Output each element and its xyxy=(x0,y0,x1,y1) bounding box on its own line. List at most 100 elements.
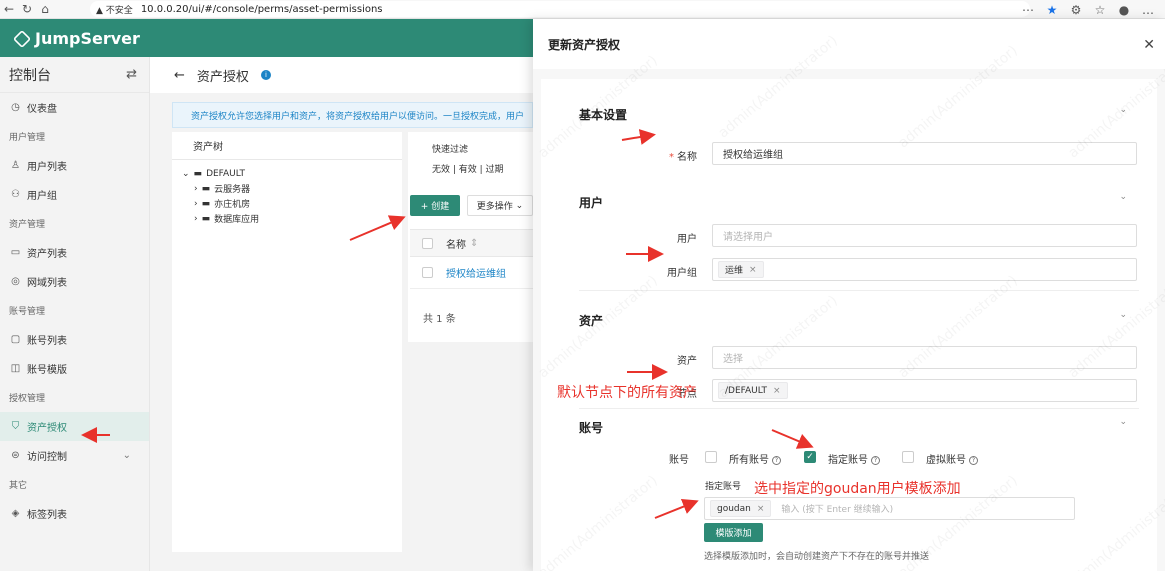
tree-node[interactable]: › ▬ 数据库应用 xyxy=(182,211,402,226)
sidebar-item[interactable]: ▭ 资产列表 xyxy=(0,238,149,267)
tree-node-label: 数据库应用 xyxy=(214,215,260,225)
folder-icon: ▬ xyxy=(201,198,211,209)
help-icon[interactable]: ? xyxy=(772,456,781,465)
sidebar-item-label: 仪表盘 xyxy=(27,104,57,115)
sidebar-item-label: 资产授权 xyxy=(27,423,67,434)
sidebar-group-label: 资产管理 xyxy=(9,220,46,230)
node-select[interactable]: /DEFAULT × xyxy=(712,379,1137,402)
chevron-down-icon[interactable]: ⌄ xyxy=(1119,192,1127,202)
user-group-select[interactable]: 运维 × xyxy=(712,258,1137,281)
name-label: * 名称 xyxy=(669,152,697,163)
close-icon[interactable]: ✕ xyxy=(1143,37,1155,53)
chevron-down-icon[interactable]: ⌄ xyxy=(1119,310,1127,320)
sidebar-item[interactable]: ⊜ 访问控制 ⌄ xyxy=(0,441,149,470)
favorite-star-icon[interactable]: ★ xyxy=(1043,1,1061,19)
row-name-link[interactable]: 授权给运维组 xyxy=(446,265,506,280)
chevron-right-icon[interactable]: › xyxy=(194,214,198,224)
quick-filter-options[interactable]: 无效 | 有效 | 过期 xyxy=(432,162,504,175)
favorites-icon[interactable]: ☆ xyxy=(1091,1,1109,19)
insecure-label: 不安全 xyxy=(105,5,133,16)
select-all-checkbox[interactable] xyxy=(422,237,433,249)
info-icon[interactable]: i xyxy=(260,70,271,80)
template-add-button[interactable]: 模版添加 xyxy=(704,523,763,542)
specified-accounts-checkbox[interactable]: ✓ xyxy=(804,451,816,463)
table-header: 名称 ⇕ xyxy=(410,229,533,257)
all-accounts-label[interactable]: 所有账号? xyxy=(729,451,781,466)
url-text: 10.0.0.20/ui/#/console/perms/asset-permi… xyxy=(140,3,383,15)
sidebar-item[interactable]: ◈ 标签列表 xyxy=(0,499,149,528)
account-tag: goudan × xyxy=(710,500,772,517)
read-mode-icon[interactable]: ⋯ xyxy=(1019,1,1037,19)
sidebar-item[interactable]: ▢ 账号列表 xyxy=(0,325,149,354)
virtual-accounts-label[interactable]: 虚拟账号? xyxy=(926,451,978,466)
sidebar-item[interactable]: ◎ 网域列表 xyxy=(0,267,149,296)
users-icon: ⚇ xyxy=(11,189,20,200)
folder-icon: ▬ xyxy=(201,213,211,224)
sidebar-title-text: 控制台 xyxy=(9,67,51,84)
dashboard-icon: ◷ xyxy=(11,102,20,113)
sidebar-item[interactable]: ◫ 账号模版 xyxy=(0,354,149,383)
table-row[interactable]: 授权给运维组 xyxy=(410,257,533,289)
sidebar-item[interactable]: ⛉ 资产授权 xyxy=(0,412,149,441)
jumpserver-logo-icon xyxy=(12,29,32,48)
more-actions-button[interactable]: 更多操作 ⌄ xyxy=(467,195,533,216)
tree-node-label: 云服务器 xyxy=(214,185,251,195)
help-icon[interactable]: ? xyxy=(969,456,978,465)
profile-avatar-icon[interactable]: ● xyxy=(1115,1,1133,19)
extensions-icon[interactable]: ⚙ xyxy=(1067,1,1085,19)
row-checkbox[interactable] xyxy=(422,267,433,278)
back-arrow-icon[interactable]: ← xyxy=(174,68,185,83)
collapse-toggle-icon[interactable]: ⇄ xyxy=(126,67,137,82)
user-group-label: 用户组 xyxy=(667,268,697,279)
logo[interactable]: JumpServer xyxy=(12,29,140,48)
tree-node[interactable]: › ▬ 云服务器 xyxy=(182,181,402,196)
tree-node[interactable]: › ▬ 亦庄机房 xyxy=(182,196,402,211)
help-icon[interactable]: ? xyxy=(871,456,880,465)
address-bar[interactable]: ▲ 不安全 10.0.0.20/ui/#/console/perms/asset… xyxy=(90,1,1030,17)
account-tag-text: goudan xyxy=(717,503,751,514)
all-accounts-checkbox[interactable] xyxy=(705,451,717,463)
all-accounts-text: 所有账号 xyxy=(729,455,769,466)
user-select[interactable]: 请选择用户 xyxy=(712,224,1137,247)
remove-tag-icon[interactable]: × xyxy=(757,504,765,514)
sidebar-item[interactable]: ◷ 仪表盘 xyxy=(0,93,149,122)
asset-select-placeholder: 选择 xyxy=(723,354,743,365)
back-icon[interactable]: ← xyxy=(0,0,18,18)
virtual-accounts-checkbox[interactable] xyxy=(902,451,914,463)
specified-accounts-label[interactable]: 指定账号? xyxy=(828,451,880,466)
domain-icon: ◎ xyxy=(11,276,20,287)
sidebar-item[interactable]: ♙ 用户列表 xyxy=(0,151,149,180)
home-icon[interactable]: ⌂ xyxy=(36,0,54,18)
node-tag-text: /DEFAULT xyxy=(725,385,768,396)
sidebar-item-label: 标签列表 xyxy=(27,510,67,521)
sidebar-item-label: 用户组 xyxy=(27,191,57,202)
chevron-down-icon[interactable]: ⌄ xyxy=(182,169,190,179)
name-input[interactable]: 授权给运维组 xyxy=(712,142,1137,165)
logo-text: JumpServer xyxy=(35,29,140,48)
chevron-down-icon[interactable]: ⌄ xyxy=(1119,105,1127,115)
sidebar-group-label: 授权管理 xyxy=(9,394,46,404)
user-group-tag: 运维 × xyxy=(718,261,764,278)
chevron-right-icon[interactable]: › xyxy=(194,184,198,194)
remove-tag-icon[interactable]: × xyxy=(773,386,781,396)
reload-icon[interactable]: ↻ xyxy=(18,0,36,18)
chevron-right-icon[interactable]: › xyxy=(194,199,198,209)
specified-account-input[interactable]: goudan × 输入 (按下 Enter 继续输入) xyxy=(704,497,1075,520)
asset-select[interactable]: 选择 xyxy=(712,346,1137,369)
chevron-down-icon[interactable]: ⌄ xyxy=(1119,417,1127,427)
create-button[interactable]: + 创建 xyxy=(410,195,460,216)
sidebar-group-label: 其它 xyxy=(9,481,28,491)
remove-tag-icon[interactable]: × xyxy=(749,265,757,275)
more-menu-icon[interactable]: … xyxy=(1139,1,1157,19)
folder-icon: ▬ xyxy=(201,183,211,194)
page-title: 资产授权 xyxy=(196,69,249,85)
sidebar-item-label: 访问控制 xyxy=(27,452,67,463)
asset-tree-header: 资产树 xyxy=(172,132,402,160)
annotation-template-note: 选中指定的goudan用户模板添加 xyxy=(754,481,961,497)
tree-node-root[interactable]: ⌄ ▬ DEFAULT xyxy=(182,166,402,181)
virtual-accounts-text: 虚拟账号 xyxy=(926,455,966,466)
sort-icon[interactable]: ⇕ xyxy=(470,238,478,249)
chevron-down-icon[interactable]: ⌄ xyxy=(123,450,131,461)
sidebar-item[interactable]: ⚇ 用户组 xyxy=(0,180,149,209)
column-header-name[interactable]: 名称 xyxy=(446,236,466,251)
